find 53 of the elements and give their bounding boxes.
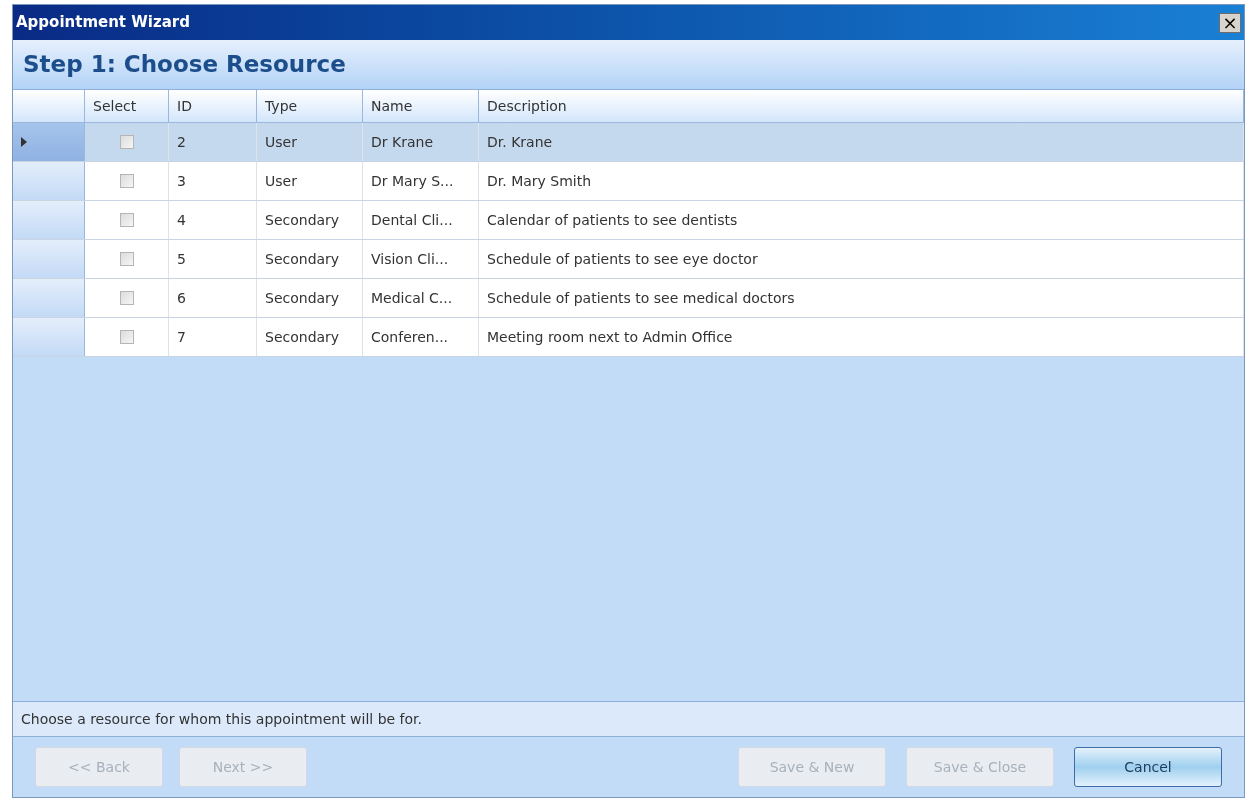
table-cell-text: 6 xyxy=(177,288,186,308)
table-cell-text: 2 xyxy=(177,132,186,152)
table-row[interactable]: 2 User Dr Krane Dr. Krane xyxy=(13,123,1244,162)
table-cell-text: Dr. Krane xyxy=(487,132,553,152)
table-cell-text: Vision Cli... xyxy=(371,249,449,269)
step-title: Step 1: Choose Resource xyxy=(23,50,346,80)
close-button[interactable]: × xyxy=(1219,12,1241,33)
column-header[interactable]: Description xyxy=(479,90,1244,122)
table-cell-text: 4 xyxy=(177,210,186,230)
hint-text: Choose a resource for whom this appointment will be for. xyxy=(21,709,422,729)
row-header[interactable] xyxy=(13,123,85,161)
select-checkbox[interactable] xyxy=(119,174,134,188)
column-header[interactable]: ID xyxy=(169,90,257,122)
select-checkbox[interactable] xyxy=(119,291,134,305)
table-cell-text: Secondary xyxy=(265,288,340,308)
table-cell-text: Schedule of patients to see medical doctors xyxy=(487,288,795,308)
row-header[interactable] xyxy=(13,318,85,356)
table-cell-text: 3 xyxy=(177,171,186,191)
select-checkbox[interactable] xyxy=(119,135,134,149)
row-header[interactable] xyxy=(13,201,85,239)
table-cell-text: Secondary xyxy=(265,210,340,230)
table-row[interactable]: 7 Secondary Conferen... Meeting room next to Admin Office xyxy=(13,318,1244,357)
table-row[interactable]: 3 User Dr Mary S... Dr. Mary Smith xyxy=(13,162,1244,201)
table-cell-text: Conferen... xyxy=(371,327,449,347)
column-header[interactable]: Name xyxy=(363,90,479,122)
table-cell-text: Schedule of patients to see eye doctor xyxy=(487,249,758,269)
table-cell-text: Meeting room next to Admin Office xyxy=(487,327,733,347)
table-cell-text: Dr Krane xyxy=(371,132,433,152)
table-cell-text: Secondary xyxy=(265,249,340,269)
current-row-icon xyxy=(21,137,27,147)
table-cell-text: Calendar of patients to see dentists xyxy=(487,210,738,230)
table-row[interactable]: 4 Secondary Dental Cli... Calendar of patients to see dentists xyxy=(13,201,1244,240)
table-cell-text: Medical C... xyxy=(371,288,453,308)
row-header[interactable] xyxy=(13,240,85,278)
column-header[interactable]: Type xyxy=(257,90,363,122)
window-title: Appointment Wizard xyxy=(16,12,190,34)
select-checkbox[interactable] xyxy=(119,330,134,344)
select-checkbox[interactable] xyxy=(119,213,134,227)
table-row[interactable]: 5 Secondary Vision Cli... Schedule of patients to see eye doctor xyxy=(13,240,1244,279)
select-checkbox[interactable] xyxy=(119,252,134,266)
table-row[interactable]: 6 Secondary Medical C... Schedule of patients to see medical doctors xyxy=(13,279,1244,318)
button[interactable]: Cancel xyxy=(1074,747,1222,787)
table-cell-text: User xyxy=(265,171,297,191)
table-cell-text: 5 xyxy=(177,249,186,269)
table-cell-text: User xyxy=(265,132,297,152)
table-cell-text: Dr. Mary Smith xyxy=(487,171,592,191)
row-header[interactable] xyxy=(13,162,85,200)
table-cell-text: Dental Cli... xyxy=(371,210,453,230)
table-cell-text: Secondary xyxy=(265,327,340,347)
table-cell-text: 7 xyxy=(177,327,186,347)
column-header[interactable]: Select xyxy=(85,90,169,122)
row-header[interactable] xyxy=(13,279,85,317)
table-cell-text: Dr Mary S... xyxy=(371,171,454,191)
